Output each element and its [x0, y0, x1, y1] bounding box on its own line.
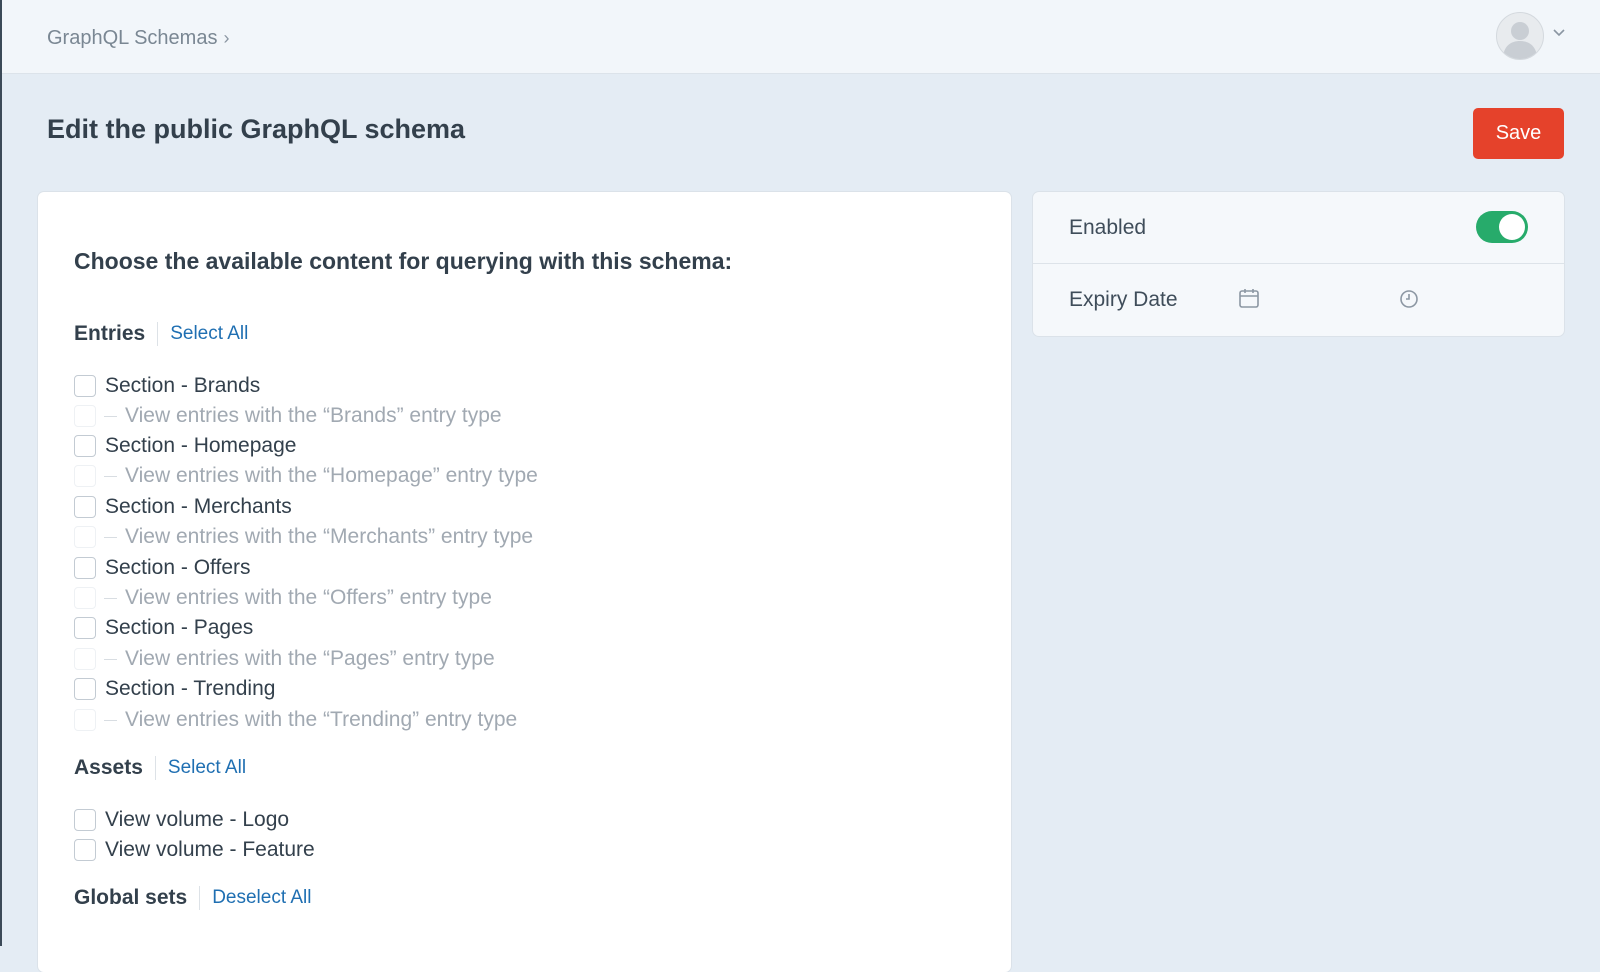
asset-volume-row[interactable]: View volume - Logo [74, 805, 974, 835]
entry-section-row[interactable]: Section - Offers [74, 553, 974, 583]
volume-feature-checkbox[interactable] [74, 839, 96, 861]
section-pages-checkbox[interactable] [74, 617, 96, 639]
global-sets-group-header: Global sets Deselect All [74, 886, 311, 910]
breadcrumb-link-graphql-schemas[interactable]: GraphQL Schemas [47, 27, 217, 49]
trending-entry-type-label: View entries with the “Trending” entry t… [125, 708, 518, 731]
global-sets-heading: Global sets [74, 886, 188, 909]
breadcrumb-separator: › [223, 28, 230, 48]
offers-entry-type-label: View entries with the “Offers” entry typ… [125, 586, 492, 609]
user-silhouette-icon [1503, 22, 1537, 59]
heading-divider [157, 322, 159, 346]
entries-group-header: Entries Select All [74, 322, 248, 346]
entry-section-row[interactable]: Section - Pages [74, 613, 974, 643]
global-sets-deselect-all-link[interactable]: Deselect All [212, 887, 311, 909]
tree-connector [104, 658, 117, 660]
tree-connector [104, 719, 117, 721]
assets-heading: Assets [74, 756, 143, 779]
top-bar: GraphQL Schemas › [2, 0, 1600, 74]
entry-section-row[interactable]: Section - Homepage [74, 431, 974, 461]
volume-logo-checkbox[interactable] [74, 809, 96, 831]
trending-entry-type-checkbox [74, 709, 96, 731]
entry-type-row: View entries with the “Trending” entry t… [74, 705, 974, 735]
section-offers-label: Section - Offers [105, 556, 251, 579]
asset-volume-row[interactable]: View volume - Feature [74, 835, 974, 865]
entries-heading: Entries [74, 322, 146, 345]
section-pages-label: Section - Pages [105, 616, 254, 639]
page-title: Edit the public GraphQL schema [47, 114, 466, 144]
save-button[interactable]: Save [1473, 108, 1564, 159]
homepage-entry-type-label: View entries with the “Homepage” entry t… [125, 464, 538, 487]
entry-type-row: View entries with the “Pages” entry type [74, 644, 974, 674]
homepage-entry-type-checkbox [74, 465, 96, 487]
heading-divider [154, 756, 156, 780]
section-trending-checkbox[interactable] [74, 678, 96, 700]
entry-section-row[interactable]: Section - Brands [74, 371, 974, 401]
volume-feature-label: View volume - Feature [105, 838, 315, 861]
brands-entry-type-label: View entries with the “Brands” entry typ… [125, 404, 502, 427]
entry-section-row[interactable]: Section - Trending [74, 674, 974, 704]
pages-entry-type-label: View entries with the “Pages” entry type [125, 647, 495, 670]
section-offers-checkbox[interactable] [74, 557, 96, 579]
schema-settings-card: Enabled Expiry Date [1033, 192, 1564, 336]
section-homepage-checkbox[interactable] [74, 435, 96, 457]
expiry-date-label: Expiry Date [1069, 288, 1178, 311]
clock-icon[interactable] [1399, 289, 1419, 309]
entry-type-row: View entries with the “Brands” entry typ… [74, 401, 974, 431]
section-trending-label: Section - Trending [105, 677, 276, 700]
merchants-entry-type-label: View entries with the “Merchants” entry … [125, 525, 534, 548]
user-avatar[interactable] [1496, 12, 1544, 60]
section-merchants-checkbox[interactable] [74, 496, 96, 518]
chevron-down-icon[interactable] [1552, 28, 1566, 38]
window-left-edge [0, 0, 2, 946]
entries-select-all-link[interactable]: Select All [170, 323, 248, 345]
enabled-setting-row: Enabled [1033, 192, 1564, 264]
content-prompt: Choose the available content for queryin… [74, 248, 733, 274]
tree-connector [104, 597, 117, 599]
entry-type-row: View entries with the “Homepage” entry t… [74, 461, 974, 491]
assets-select-all-link[interactable]: Select All [168, 757, 246, 779]
enabled-label: Enabled [1069, 216, 1147, 239]
expiry-setting-row: Expiry Date [1033, 264, 1564, 336]
volume-logo-label: View volume - Logo [105, 808, 290, 831]
pages-entry-type-checkbox [74, 648, 96, 670]
assets-group-header: Assets Select All [74, 756, 246, 780]
tree-connector [104, 475, 117, 477]
entry-section-row[interactable]: Section - Merchants [74, 492, 974, 522]
heading-divider [199, 886, 201, 910]
tree-connector [104, 536, 117, 538]
brands-entry-type-checkbox [74, 405, 96, 427]
offers-entry-type-checkbox [74, 587, 96, 609]
tree-connector [104, 415, 117, 417]
section-merchants-label: Section - Merchants [105, 495, 292, 518]
calendar-icon[interactable] [1238, 287, 1260, 309]
merchants-entry-type-checkbox [74, 526, 96, 548]
section-brands-label: Section - Brands [105, 374, 261, 397]
toggle-knob [1499, 214, 1525, 240]
section-homepage-label: Section - Homepage [105, 434, 297, 457]
breadcrumb[interactable]: GraphQL Schemas › [47, 27, 229, 50]
entry-type-row: View entries with the “Merchants” entry … [74, 522, 974, 552]
content-selection-card: Choose the available content for queryin… [38, 192, 1011, 972]
section-brands-checkbox[interactable] [74, 375, 96, 397]
entry-type-row: View entries with the “Offers” entry typ… [74, 583, 974, 613]
enabled-toggle[interactable] [1476, 211, 1528, 243]
